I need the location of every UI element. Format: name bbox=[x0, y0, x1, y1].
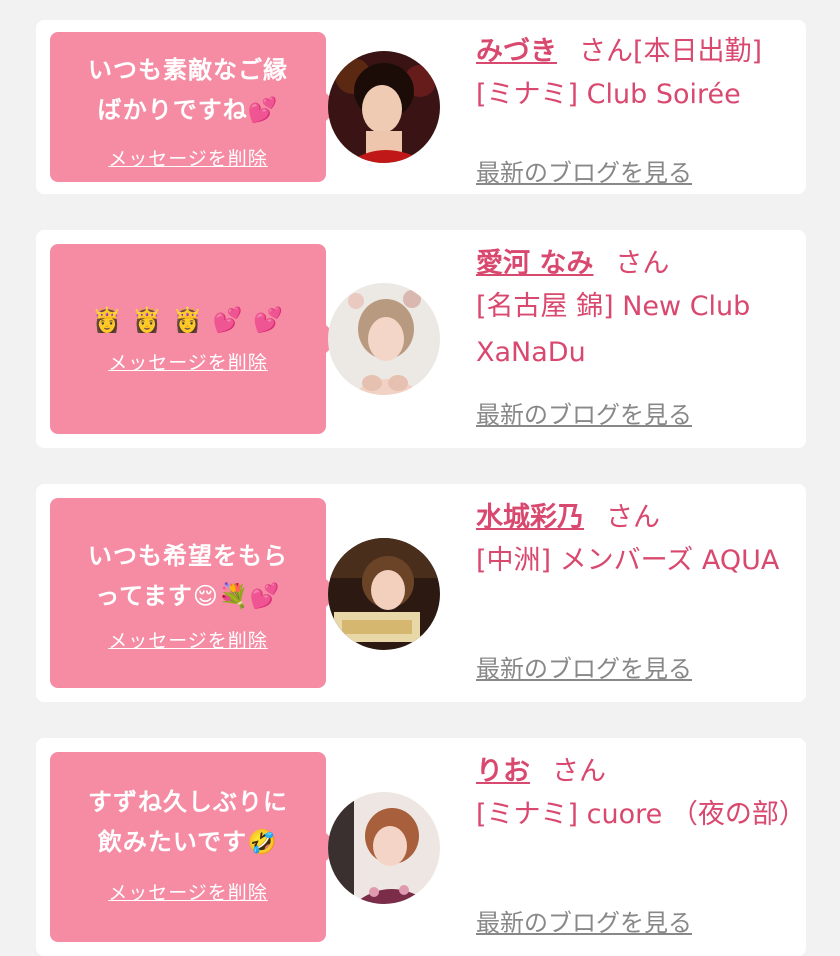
cast-info: りお さん [ミナミ] cuore （夜の部） 最新のブログを見る bbox=[476, 752, 806, 937]
avatar[interactable] bbox=[328, 283, 440, 395]
attendance-status: [本日出勤] bbox=[633, 36, 763, 67]
message-text: すずね久しぶりに 飲みたいです🤣 bbox=[88, 788, 288, 856]
cast-info: みづき さん[本日出勤] [ミナミ] Club Soirée 最新のブログを見る bbox=[476, 32, 796, 187]
message-bubble: いつも素敵なご縁 ばかりですね💕 メッセージを削除 bbox=[50, 32, 340, 182]
honorific: さん bbox=[579, 36, 633, 67]
cast-name-link[interactable]: みづき bbox=[476, 36, 557, 67]
shop-name: [ミナミ] Club Soirée bbox=[476, 79, 741, 110]
avatar[interactable] bbox=[328, 792, 440, 904]
cast-name-link[interactable]: 愛河 なみ bbox=[476, 248, 593, 279]
shop-name: [中洲] メンバーズ AQUA bbox=[476, 545, 780, 576]
message-bubble: すずね久しぶりに 飲みたいです🤣 メッセージを削除 bbox=[50, 752, 340, 942]
cast-info: 愛河 なみ さん [名古屋 錦] New Club XaNaDu 最新のブログを見… bbox=[476, 244, 796, 429]
latest-blog-link[interactable]: 最新のブログを見る bbox=[476, 153, 692, 188]
delete-message-link[interactable]: メッセージを削除 bbox=[108, 348, 268, 375]
message-text: 👸 👸 👸 💕 💕 bbox=[92, 306, 284, 334]
shop-name: [名古屋 錦] New Club XaNaDu bbox=[476, 291, 751, 368]
cast-name-link[interactable]: 水城彩乃 bbox=[476, 502, 584, 533]
latest-blog-link[interactable]: 最新のブログを見る bbox=[476, 649, 692, 684]
honorific: さん bbox=[615, 248, 670, 279]
message-card: すずね久しぶりに 飲みたいです🤣 メッセージを削除 りお さん [ミナミ] cuo… bbox=[36, 738, 806, 956]
cast-info: 水城彩乃 さん [中洲] メンバーズ AQUA 最新のブログを見る bbox=[476, 498, 796, 683]
shop-name: [ミナミ] cuore （夜の部） bbox=[476, 799, 806, 830]
honorific: さん bbox=[552, 756, 606, 787]
delete-message-link[interactable]: メッセージを削除 bbox=[108, 878, 268, 905]
latest-blog-link[interactable]: 最新のブログを見る bbox=[476, 395, 692, 430]
message-card: 👸 👸 👸 💕 💕 メッセージを削除 愛河 なみ さん [名古屋 錦] New C… bbox=[36, 230, 806, 448]
message-text: いつも素敵なご縁 ばかりですね💕 bbox=[88, 56, 288, 124]
latest-blog-link[interactable]: 最新のブログを見る bbox=[476, 903, 692, 938]
avatar[interactable] bbox=[328, 538, 440, 650]
message-bubble: 👸 👸 👸 💕 💕 メッセージを削除 bbox=[50, 244, 340, 434]
delete-message-link[interactable]: メッセージを削除 bbox=[108, 626, 268, 653]
avatar[interactable] bbox=[328, 51, 440, 163]
message-card: いつも希望をもら ってます😌💐💕 メッセージを削除 水城彩乃 さん [中洲] メン… bbox=[36, 484, 806, 702]
honorific: さん bbox=[606, 502, 660, 533]
message-bubble: いつも希望をもら ってます😌💐💕 メッセージを削除 bbox=[50, 498, 340, 688]
message-card: いつも素敵なご縁 ばかりですね💕 メッセージを削除 みづき さん[本日出勤] [ミ… bbox=[36, 20, 806, 194]
cast-name-link[interactable]: りお bbox=[476, 756, 530, 787]
delete-message-link[interactable]: メッセージを削除 bbox=[108, 144, 268, 171]
message-text: いつも希望をもら ってます😌💐💕 bbox=[88, 542, 288, 610]
